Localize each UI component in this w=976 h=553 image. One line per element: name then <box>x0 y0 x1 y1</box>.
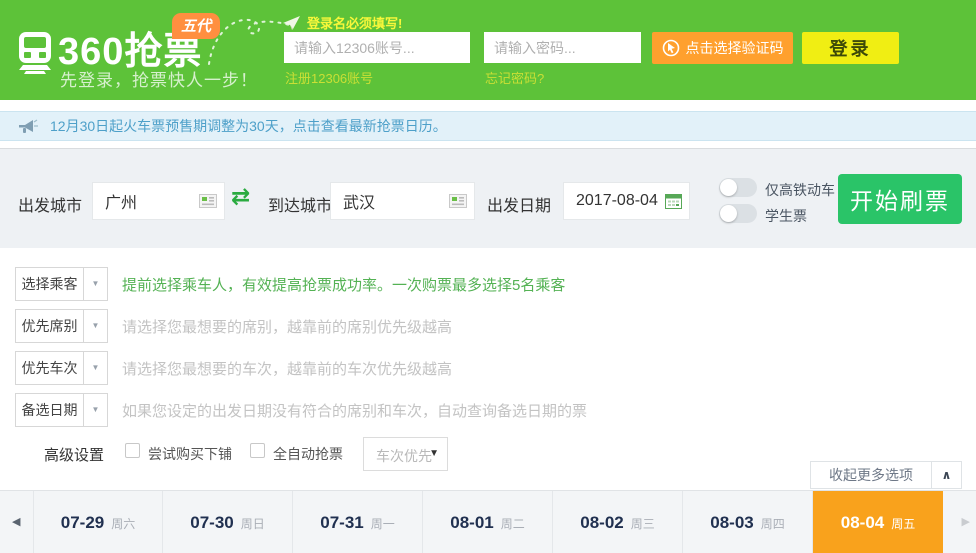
alternate-date-hint: 如果您设定的出发日期没有符合的席别和车次，自动查询备选日期的票 <box>122 402 588 420</box>
from-city-field <box>92 182 225 220</box>
tab-date: 07-29 <box>60 513 105 532</box>
seat-priority-hint: 请选择您最想要的席别，越靠前的席别优先级越高 <box>122 318 453 336</box>
select-passenger-dropdown[interactable]: 选择乘客 ▼ <box>15 267 108 301</box>
highspeed-only-toggle[interactable] <box>719 178 757 197</box>
forgot-password-link[interactable]: 忘记密码? <box>485 68 544 87</box>
register-link[interactable]: 注册12306账号 <box>285 68 373 87</box>
lower-berth-checkbox[interactable] <box>125 443 140 458</box>
prev-dates-arrow[interactable]: ◀ <box>12 515 20 528</box>
collapse-label: 收起更多选项 <box>829 467 913 483</box>
tab-date: 08-01 <box>450 513 494 532</box>
seat-priority-dropdown[interactable]: 优先席别 ▼ <box>15 309 108 343</box>
megaphone-icon <box>19 118 38 133</box>
tab-day: 周六 <box>111 517 136 531</box>
dropdown-label: 优先车次 <box>21 360 78 376</box>
full-auto-label[interactable]: 全自动抢票 <box>273 444 343 464</box>
captcha-button-label: 点击选择验证码 <box>685 40 784 56</box>
select-arrow-icon: ▼ <box>429 448 439 459</box>
lower-berth-label[interactable]: 尝试购买下铺 <box>148 444 232 464</box>
date-tab-08-04-active[interactable]: 08-04 周五 <box>813 491 943 553</box>
train-priority-dropdown[interactable]: 优先车次 ▼ <box>15 351 108 385</box>
to-city-label: 到达城市 <box>268 198 333 215</box>
tab-date: 08-02 <box>580 513 624 532</box>
tab-date: 07-31 <box>320 513 364 532</box>
notice-bar: 12月30日起火车票预售期调整为30天，点击查看最新抢票日历。 <box>0 111 976 141</box>
captcha-button[interactable]: 点击选择验证码 <box>652 32 793 64</box>
swap-cities-icon[interactable]: ⇄ <box>231 185 250 208</box>
next-dates-arrow[interactable]: ▶ <box>962 515 970 528</box>
dropdown-label: 备选日期 <box>21 402 78 418</box>
city-list-icon[interactable] <box>199 194 217 208</box>
priority-mode-select[interactable]: 车次优先 ▼ <box>363 437 448 471</box>
tab-day: 周四 <box>760 517 785 531</box>
highspeed-only-label: 仅高铁动车 <box>765 182 835 198</box>
train-logo-icon <box>19 32 51 74</box>
collapse-options-button[interactable]: 收起更多选项 ∧ <box>810 461 962 489</box>
password-input[interactable] <box>484 32 641 63</box>
chevron-down-icon: ▼ <box>83 394 107 426</box>
alternate-date-dropdown[interactable]: 备选日期 ▼ <box>15 393 108 427</box>
seat-priority-row: 优先席别 ▼ 请选择您最想要的席别，越靠前的席别优先级越高 <box>15 309 452 343</box>
passenger-hint: 提前选择乘车人，有效提高抢票成功率。一次购票最多选择5名乘客 <box>122 276 566 294</box>
toggle-knob <box>720 179 737 196</box>
select-value: 车次优先 <box>376 448 432 464</box>
brand-tagline: 先登录，抢票快人一步！ <box>60 71 258 90</box>
depart-date-field <box>563 182 690 220</box>
date-tab-08-02[interactable]: 08-02 周三 <box>553 491 683 553</box>
depart-date-label: 出发日期 <box>487 198 552 215</box>
student-ticket-label: 学生票 <box>765 208 807 224</box>
tab-day: 周三 <box>630 517 655 531</box>
to-city-field <box>330 182 475 220</box>
full-auto-checkbox[interactable] <box>250 443 265 458</box>
dropdown-label: 优先席别 <box>21 318 78 334</box>
ticket-grab-page: 360抢票 五代 先登录，抢票快人一步！ 登录名必须填写! 注册12306账号 … <box>0 0 976 553</box>
header: 360抢票 五代 先登录，抢票快人一步！ 登录名必须填写! 注册12306账号 … <box>0 0 976 100</box>
login-alert: 登录名必须填写! <box>283 13 402 32</box>
options-section: 选择乘客 ▼ 提前选择乘车人，有效提高抢票成功率。一次购票最多选择5名乘客 优先… <box>0 248 976 490</box>
tab-date: 08-04 <box>840 513 885 532</box>
tab-day: 周五 <box>891 517 916 531</box>
chevron-down-icon: ▼ <box>83 310 107 342</box>
notice-link[interactable]: 12月30日起火车票预售期调整为30天，点击查看最新抢票日历。 <box>50 116 447 136</box>
city-list-icon[interactable] <box>449 194 467 208</box>
tab-date: 07-30 <box>190 513 234 532</box>
login-button[interactable]: 登录 <box>802 32 899 64</box>
tab-day: 周一 <box>370 517 395 531</box>
chevron-down-icon: ▼ <box>83 268 107 300</box>
train-priority-row: 优先车次 ▼ 请选择您最想要的车次，越靠前的车次优先级越高 <box>15 351 452 385</box>
passenger-row: 选择乘客 ▼ 提前选择乘车人，有效提高抢票成功率。一次购票最多选择5名乘客 <box>15 267 565 301</box>
train-priority-hint: 请选择您最想要的车次，越靠前的车次优先级越高 <box>122 360 453 378</box>
date-tab-08-01[interactable]: 08-01 周二 <box>423 491 553 553</box>
tab-date: 08-03 <box>710 513 754 532</box>
calendar-icon[interactable] <box>665 194 682 209</box>
chevron-down-icon: ▼ <box>83 352 107 384</box>
start-grab-button[interactable]: 开始刷票 <box>838 174 962 224</box>
student-ticket-toggle[interactable] <box>719 204 757 223</box>
date-bar: ◀ 07-29 周六 07-30 周日 07-31 周一 08-01 周二 08… <box>0 490 976 553</box>
account-input[interactable] <box>284 32 470 63</box>
tab-day: 周二 <box>500 517 525 531</box>
date-tab-07-31[interactable]: 07-31 周一 <box>293 491 423 553</box>
date-tab-07-29[interactable]: 07-29 周六 <box>33 491 163 553</box>
paper-plane-icon <box>283 15 300 30</box>
advanced-settings-label: 高级设置 <box>44 447 105 464</box>
cursor-circle-icon <box>662 39 679 57</box>
dropdown-label: 选择乘客 <box>21 276 78 292</box>
tab-day: 周日 <box>240 517 265 531</box>
chevron-up-icon: ∧ <box>931 462 961 488</box>
date-tab-07-30[interactable]: 07-30 周日 <box>163 491 293 553</box>
date-tab-08-03[interactable]: 08-03 周四 <box>683 491 813 553</box>
toggle-knob <box>720 205 737 222</box>
search-panel: 出发城市 ⇄ 到达城市 出发日期 <box>0 148 976 248</box>
login-alert-text: 登录名必须填写! <box>307 16 403 31</box>
alternate-date-row: 备选日期 ▼ 如果您设定的出发日期没有符合的席别和车次，自动查询备选日期的票 <box>15 393 587 427</box>
from-city-label: 出发城市 <box>18 198 83 215</box>
